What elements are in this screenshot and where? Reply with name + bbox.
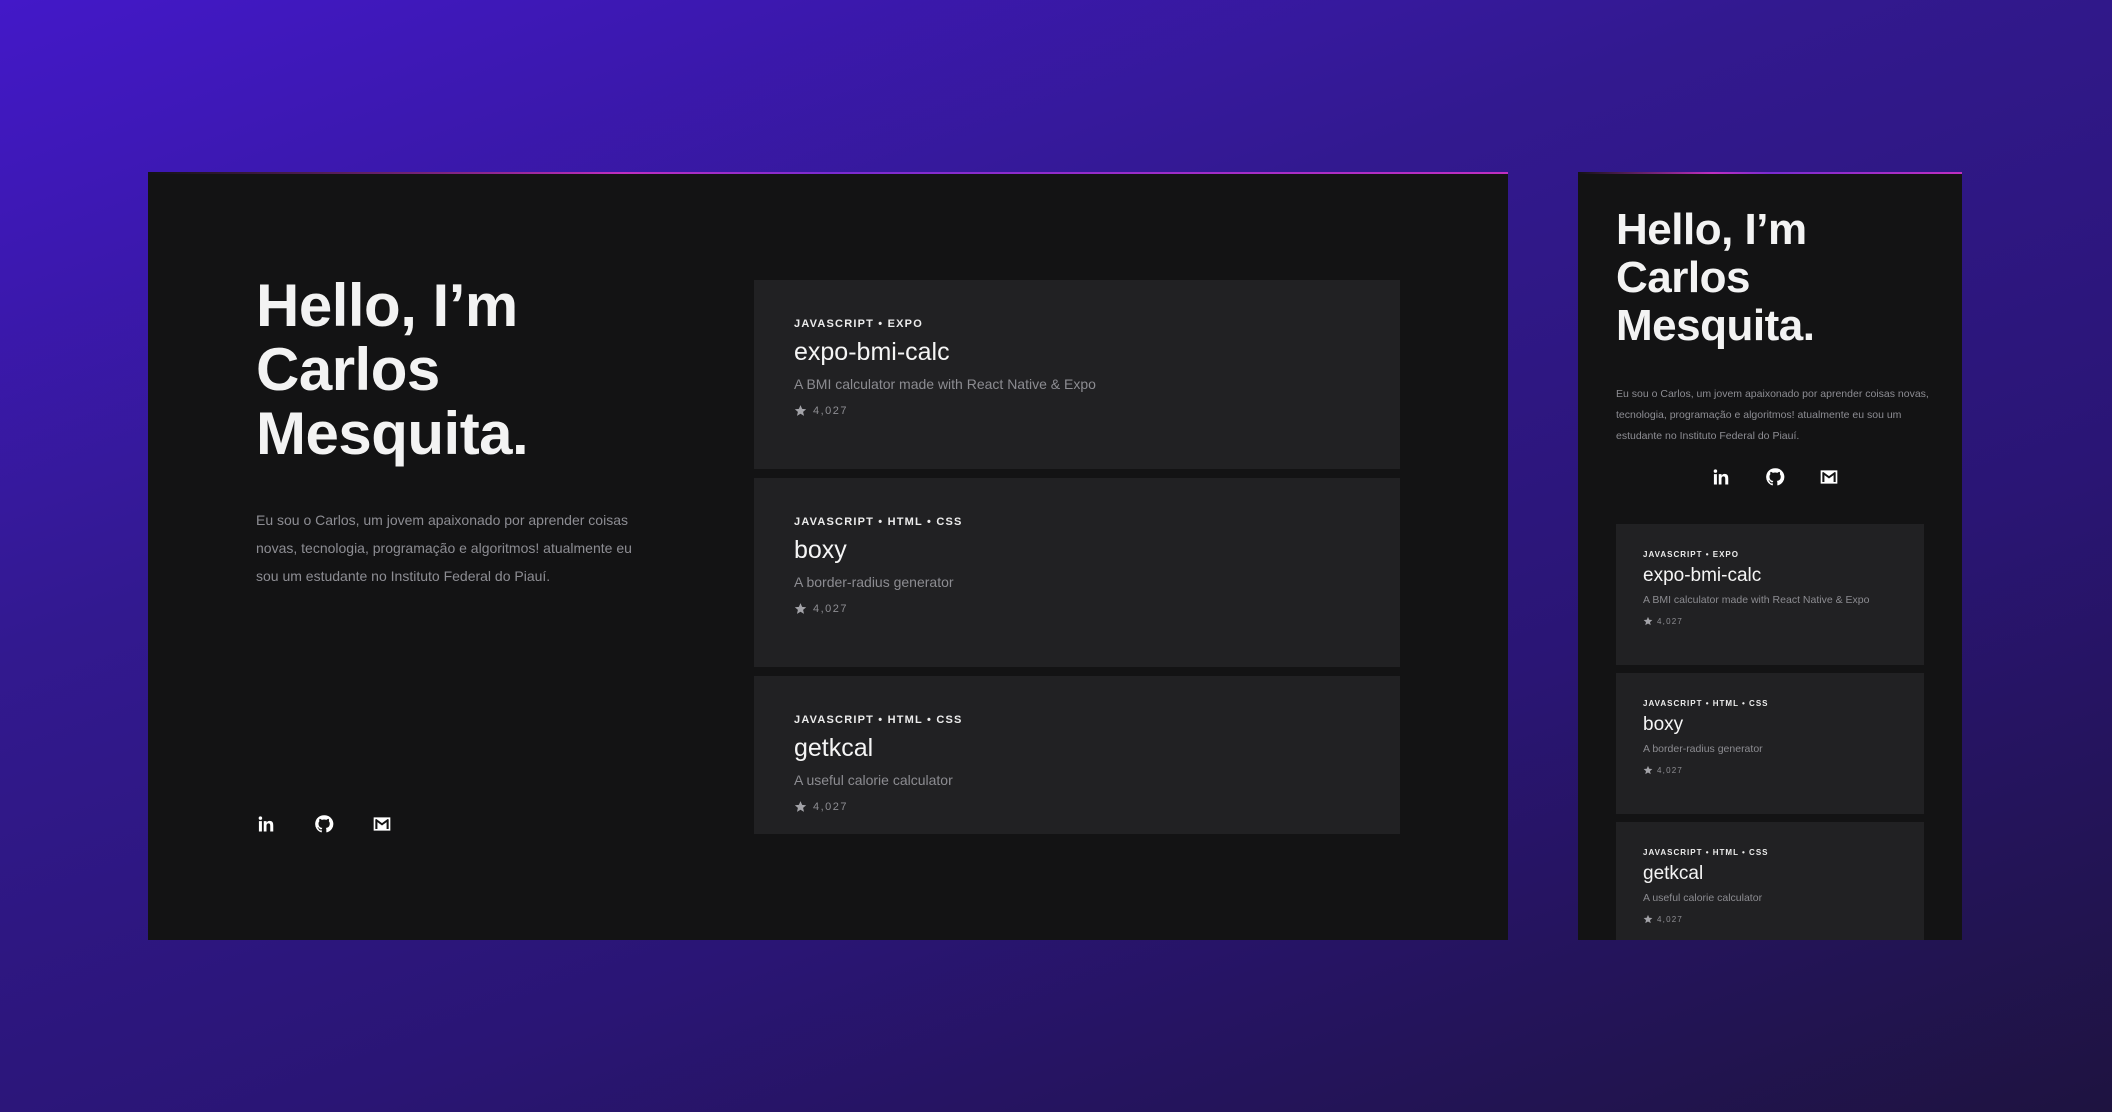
email-link[interactable] [372,814,392,834]
project-card[interactable]: JAVASCRIPT • EXPO expo-bmi-calc A BMI ca… [1616,524,1924,665]
star-count: 4,027 [1657,616,1684,626]
github-icon [314,814,334,834]
social-links [1616,467,1934,487]
intro-section: Hello, I’m Carlos Mesquita. Eu sou o Car… [256,274,656,834]
project-name[interactable]: boxy [794,534,1360,566]
project-tags: JAVASCRIPT • EXPO [794,318,923,330]
project-stars: 4,027 [1643,914,1897,924]
bio-text: Eu sou o Carlos, um jovem apaixonado por… [1616,388,1929,442]
project-name[interactable]: boxy [1643,713,1897,737]
title-line: Mesquita. [256,400,529,467]
star-icon [794,602,807,615]
github-link[interactable] [314,814,334,834]
title-line: Carlos [1616,253,1750,302]
linkedin-icon [256,814,276,834]
project-card[interactable]: JAVASCRIPT • EXPO expo-bmi-calc A BMI ca… [754,280,1400,469]
projects-list: JAVASCRIPT • EXPO expo-bmi-calc A BMI ca… [1616,524,1924,940]
project-stars: 4,027 [1643,765,1897,775]
accent-line [148,172,1508,174]
accent-line [1578,172,1962,174]
project-description: A useful calorie calculator [794,772,953,788]
title-line: Hello, I’m [256,272,518,339]
project-tags: JAVASCRIPT • HTML • CSS [1643,699,1769,708]
github-icon [1765,467,1785,487]
title-line: Hello, I’m [1616,205,1807,254]
bio-text: Eu sou o Carlos, um jovem apaixonado por… [256,512,632,584]
star-count: 4,027 [813,404,849,417]
social-links [256,814,392,834]
gmail-icon [372,814,392,834]
github-link[interactable] [1765,467,1785,487]
project-stars: 4,027 [794,800,1360,813]
project-card[interactable]: JAVASCRIPT • HTML • CSS getkcal A useful… [1616,822,1924,940]
project-name[interactable]: getkcal [1643,862,1897,886]
star-icon [1643,616,1653,626]
star-count: 4,027 [1657,765,1684,775]
star-count: 4,027 [813,800,849,813]
project-card[interactable]: JAVASCRIPT • HTML • CSS boxy A border-ra… [754,478,1400,667]
star-count: 4,027 [1657,914,1684,924]
project-card[interactable]: JAVASCRIPT • HTML • CSS getkcal A useful… [754,676,1400,834]
project-stars: 4,027 [794,404,1360,417]
intro-section: Hello, I’m Carlos Mesquita. Eu sou o Car… [1616,206,1934,487]
project-tags: JAVASCRIPT • HTML • CSS [1643,848,1769,857]
title-line: Mesquita. [1616,301,1815,350]
star-count: 4,027 [813,602,849,615]
star-icon [794,800,807,813]
mobile-preview: Hello, I’m Carlos Mesquita. Eu sou o Car… [1578,172,1962,940]
project-description: A useful calorie calculator [1643,892,1763,904]
title-line: Carlos [256,336,440,403]
project-description: A BMI calculator made with React Native … [1643,594,1870,606]
star-icon [1643,765,1653,775]
project-stars: 4,027 [1643,616,1897,626]
star-icon [794,404,807,417]
star-icon [1643,914,1653,924]
page-title: Hello, I’m Carlos Mesquita. [1616,206,1934,350]
project-name[interactable]: expo-bmi-calc [1643,564,1897,588]
project-card[interactable]: JAVASCRIPT • HTML • CSS boxy A border-ra… [1616,673,1924,814]
project-description: A border-radius generator [794,574,954,590]
project-description: A BMI calculator made with React Native … [794,376,1096,392]
project-tags: JAVASCRIPT • HTML • CSS [794,516,963,528]
projects-list: JAVASCRIPT • EXPO expo-bmi-calc A BMI ca… [754,280,1400,834]
project-description: A border-radius generator [1643,743,1763,755]
project-tags: JAVASCRIPT • EXPO [1643,550,1739,559]
linkedin-icon [1711,467,1731,487]
project-name[interactable]: expo-bmi-calc [794,336,1360,368]
project-name[interactable]: getkcal [794,732,1360,764]
project-tags: JAVASCRIPT • HTML • CSS [794,714,963,726]
desktop-preview: Hello, I’m Carlos Mesquita. Eu sou o Car… [148,172,1508,940]
linkedin-link[interactable] [1711,467,1731,487]
project-stars: 4,027 [794,602,1360,615]
gmail-icon [1819,467,1839,487]
page-title: Hello, I’m Carlos Mesquita. [256,274,656,466]
linkedin-link[interactable] [256,814,276,834]
email-link[interactable] [1819,467,1839,487]
